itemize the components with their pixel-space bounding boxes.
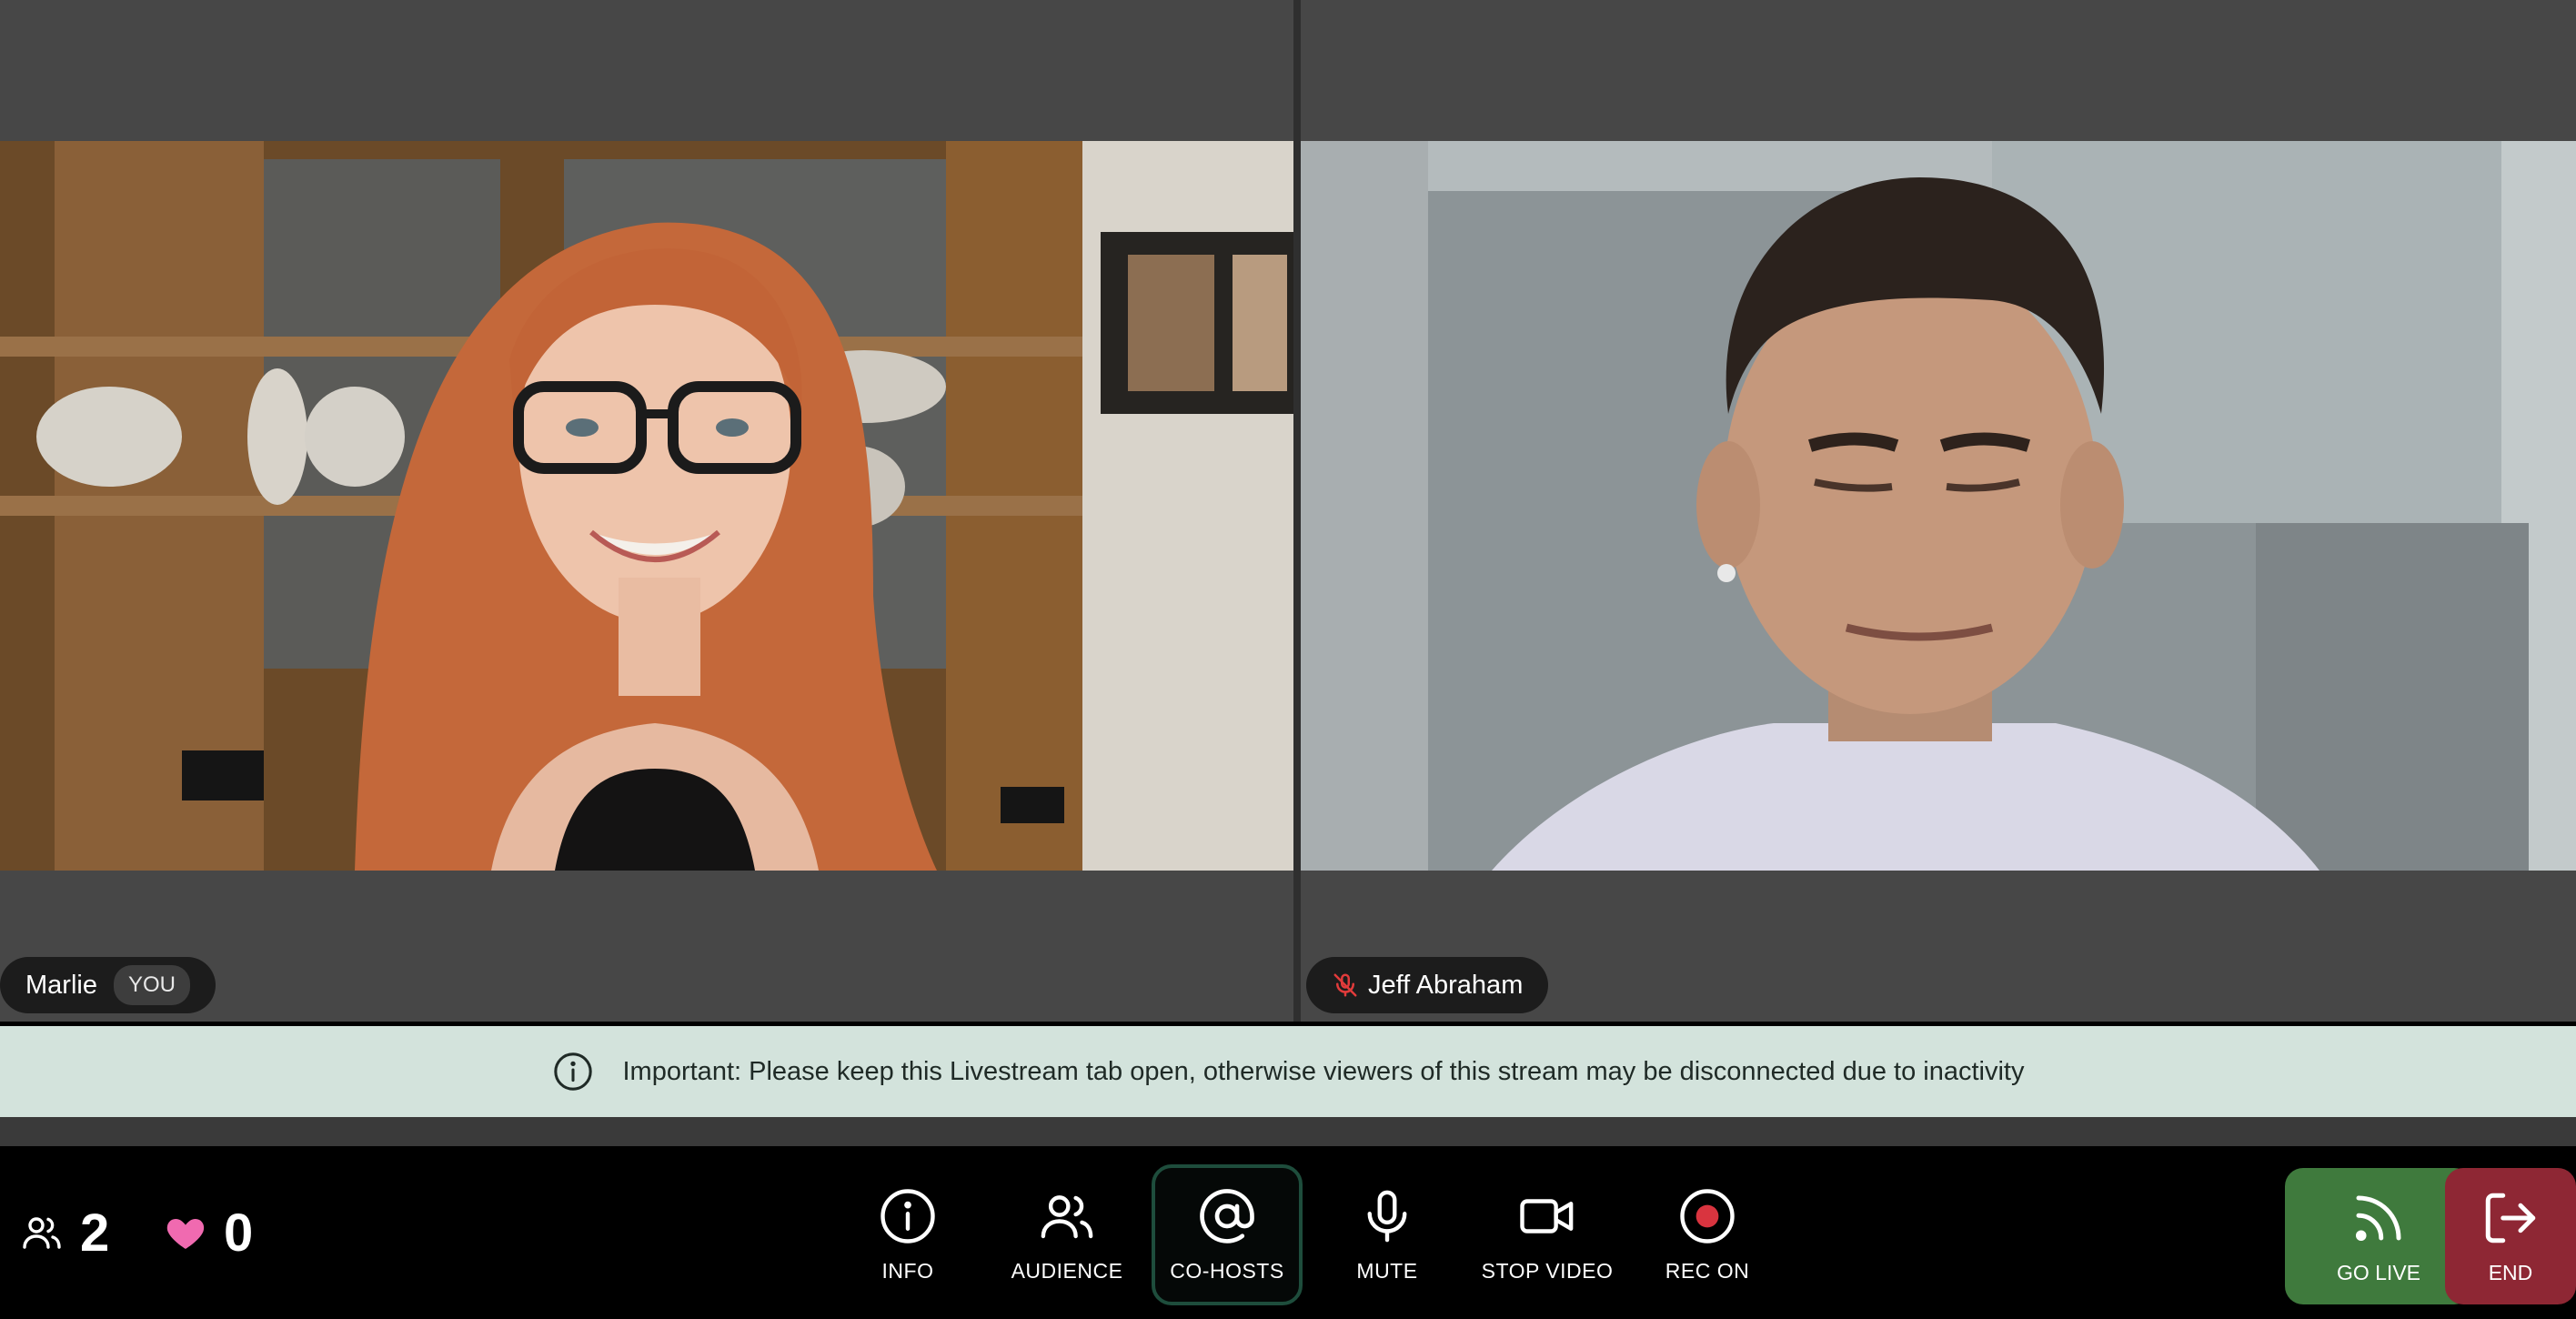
like-count-value: 0 (224, 1203, 254, 1263)
notice-text: Important: Please keep this Livestream t… (622, 1056, 2025, 1086)
mute-label: MUTE (1356, 1259, 1418, 1283)
participant-name: Jeff Abraham (1368, 970, 1524, 1000)
exit-icon (2485, 1193, 2536, 1243)
info-label: INFO (881, 1259, 934, 1283)
tile-divider (1293, 0, 1301, 1022)
co-hosts-button[interactable]: CO-HOSTS (1152, 1164, 1303, 1305)
audience-icon (1041, 1195, 1093, 1239)
rec-on-label: REC ON (1665, 1259, 1750, 1283)
participant-name: Marlie (25, 970, 97, 1000)
end-button[interactable]: END (2445, 1168, 2576, 1304)
at-sign-icon (1200, 1189, 1254, 1243)
rec-on-button[interactable]: REC ON (1632, 1164, 1783, 1305)
record-icon (1680, 1189, 1735, 1243)
video-feed-jeff (1301, 141, 2576, 871)
viewer-count-value: 2 (80, 1203, 110, 1263)
info-circle-icon (553, 1052, 592, 1091)
control-bar: 2 0 INFO AUDIENCE CO-HOSTS MUTE STOP VID… (0, 1146, 2576, 1319)
video-feed-marlie (0, 141, 1293, 871)
inactivity-notice: Important: Please keep this Livestream t… (0, 1026, 2576, 1117)
audience-button[interactable]: AUDIENCE (991, 1164, 1142, 1305)
spacer (0, 1117, 2576, 1146)
viewer-count: 2 (20, 1146, 109, 1319)
go-live-label: GO LIVE (2336, 1260, 2421, 1284)
like-count: 0 (164, 1146, 253, 1319)
stop-video-button[interactable]: STOP VIDEO (1472, 1164, 1623, 1305)
heart-icon (166, 1219, 205, 1249)
participant-tile-jeff[interactable]: Jeff Abraham (1301, 0, 2576, 1022)
broadcast-icon (2355, 1195, 2401, 1241)
microphone-icon (1367, 1190, 1407, 1243)
info-button[interactable]: INFO (832, 1164, 983, 1305)
mic-off-icon (1333, 973, 1357, 997)
end-label: END (2488, 1260, 2533, 1284)
video-stage: Marlie YOU Jeff Abraham (0, 0, 2576, 1022)
stop-video-label: STOP VIDEO (1481, 1259, 1614, 1283)
you-badge: YOU (113, 965, 190, 1005)
participant-tile-marlie[interactable]: Marlie YOU (0, 0, 1293, 1022)
audience-label: AUDIENCE (1011, 1259, 1123, 1283)
participant-name-tag: Jeff Abraham (1306, 957, 1549, 1013)
people-icon (23, 1217, 61, 1249)
video-camera-icon (1520, 1199, 1574, 1233)
co-hosts-label: CO-HOSTS (1170, 1259, 1284, 1283)
mute-button[interactable]: MUTE (1312, 1164, 1463, 1305)
info-icon (880, 1189, 935, 1243)
participant-name-tag: Marlie YOU (0, 957, 216, 1013)
